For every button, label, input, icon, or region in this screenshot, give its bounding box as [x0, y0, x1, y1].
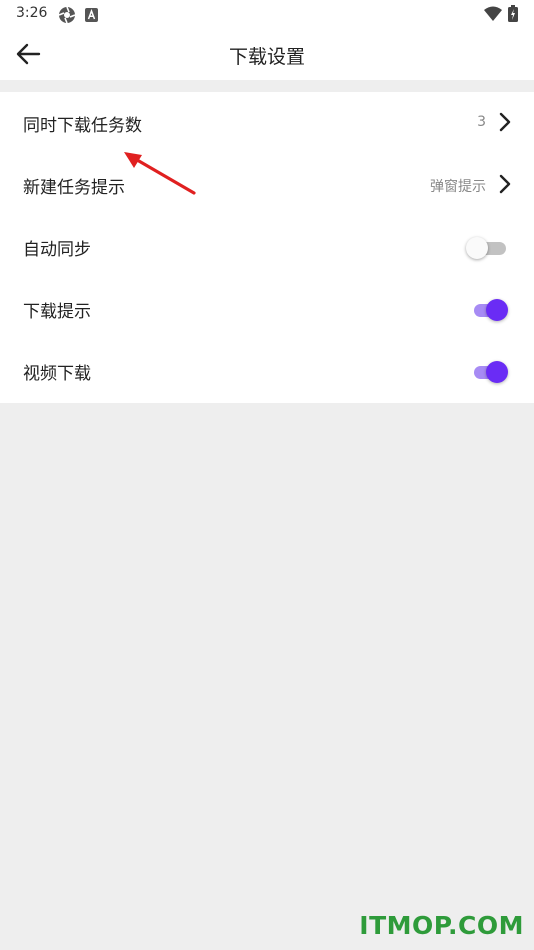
setting-auto-sync: 自动同步: [0, 216, 534, 278]
setting-download-prompt: 下载提示: [0, 278, 534, 340]
setting-label: 视频下载: [23, 364, 91, 384]
toggle-thumb: [466, 237, 488, 259]
download-prompt-toggle[interactable]: [470, 299, 508, 321]
chevron-right-icon: [499, 174, 511, 194]
section-divider: [0, 80, 534, 92]
setting-video-download: 视频下载: [0, 340, 534, 402]
setting-new-task-prompt[interactable]: 新建任务提示 弹窗提示: [0, 154, 534, 216]
toggle-thumb: [486, 299, 508, 321]
setting-label: 自动同步: [23, 240, 91, 260]
setting-value: 弹窗提示: [430, 179, 486, 195]
annotation-arrow-icon: [124, 152, 196, 195]
settings-list: 同时下载任务数 3 新建任务提示 弹窗提示 自动同步 下载提示 视频下载: [0, 92, 534, 403]
chevron-right-icon: [499, 112, 511, 132]
status-bar: 3:26: [0, 0, 534, 28]
app-bar: 下载设置: [0, 28, 534, 80]
video-download-toggle[interactable]: [470, 361, 508, 383]
watermark: ITMOP.COM: [359, 911, 524, 940]
setting-concurrent-downloads[interactable]: 同时下载任务数 3: [0, 92, 534, 154]
setting-label: 下载提示: [23, 302, 91, 322]
setting-label: 同时下载任务数: [23, 116, 142, 136]
page-title: 下载设置: [228, 46, 305, 68]
battery-charging-icon: [508, 5, 518, 26]
setting-value: 3: [477, 114, 486, 130]
aperture-icon: [58, 6, 76, 28]
a-badge-icon: [85, 7, 98, 26]
wifi-icon: [484, 6, 502, 25]
auto-sync-toggle[interactable]: [466, 237, 508, 259]
status-time: 3:26: [16, 5, 48, 21]
toggle-thumb: [486, 361, 508, 383]
setting-label: 新建任务提示: [23, 178, 125, 198]
